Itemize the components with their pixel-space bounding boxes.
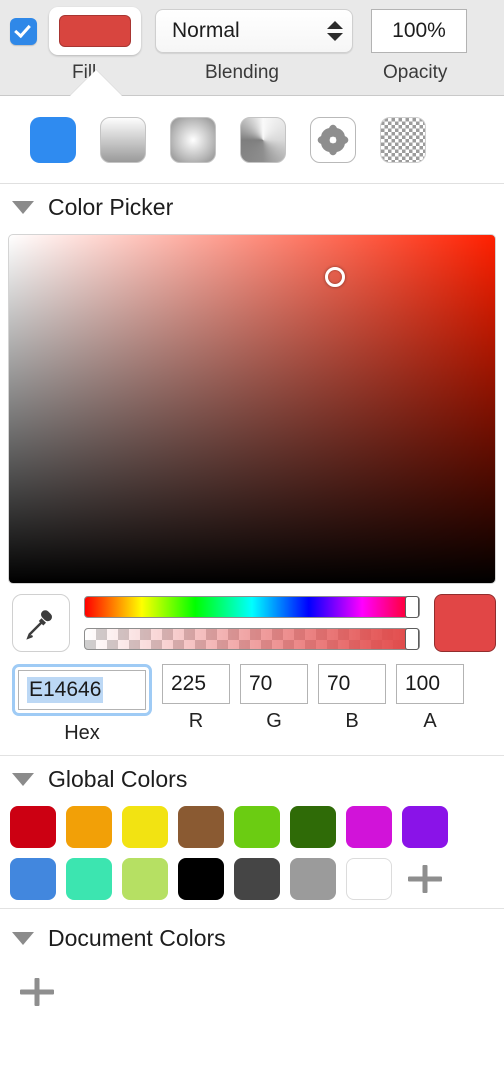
swatch-turquoise[interactable] xyxy=(66,858,112,900)
blending-label: Blending xyxy=(205,62,279,83)
color-picker-body xyxy=(0,230,504,584)
fill-color-swatch xyxy=(59,15,131,47)
triangle-down-icon[interactable] xyxy=(12,931,34,945)
g-field-group: 70 G xyxy=(240,664,308,733)
sliders-stack xyxy=(84,596,420,650)
document-colors-section-header[interactable]: Document Colors xyxy=(0,915,504,961)
checkmark-icon xyxy=(14,20,31,38)
saturation-brightness-area[interactable] xyxy=(8,234,496,584)
color-preview-swatch[interactable] xyxy=(434,594,496,652)
alpha-slider[interactable] xyxy=(84,628,420,650)
eyedropper-button[interactable] xyxy=(12,594,70,652)
swatch-dark-gray[interactable] xyxy=(234,858,280,900)
a-field-group: 100 A xyxy=(396,664,464,733)
hex-input-value: E14646 xyxy=(27,677,104,703)
r-field-group: 225 R xyxy=(162,664,230,733)
add-document-color-button[interactable] xyxy=(14,971,60,1013)
b-input[interactable]: 70 xyxy=(318,664,386,704)
global-colors-title: Global Colors xyxy=(48,765,188,792)
global-colors-grid xyxy=(0,802,504,908)
color-picker-section-header[interactable]: Color Picker xyxy=(0,184,504,230)
angular-gradient-fill-button[interactable] xyxy=(240,116,286,163)
hue-slider-handle[interactable] xyxy=(405,596,420,618)
swatch-crimson[interactable] xyxy=(10,806,56,848)
opacity-label: Opacity xyxy=(383,62,448,83)
hex-focus-ring: E14646 xyxy=(12,664,152,716)
swatch-dark-green[interactable] xyxy=(290,806,336,848)
radial-gradient-fill-button[interactable] xyxy=(170,116,216,163)
triangle-down-icon[interactable] xyxy=(12,772,34,786)
document-colors-title: Document Colors xyxy=(48,924,226,951)
flower-pattern-icon xyxy=(317,124,349,155)
hex-label: Hex xyxy=(64,722,100,744)
add-global-color-button[interactable] xyxy=(402,858,448,900)
a-input[interactable]: 100 xyxy=(396,664,464,704)
b-field-group: 70 B xyxy=(318,664,386,733)
b-label: B xyxy=(345,710,359,732)
global-colors-section-header[interactable]: Global Colors xyxy=(0,756,504,802)
hex-field-group: E14646 Hex xyxy=(12,664,152,745)
swatch-violet[interactable] xyxy=(402,806,448,848)
swatch-green[interactable] xyxy=(234,806,280,848)
fill-enabled-checkbox[interactable] xyxy=(10,17,37,45)
solid-fill-button[interactable] xyxy=(30,116,76,163)
linear-gradient-fill-button[interactable] xyxy=(100,116,146,163)
g-label: G xyxy=(266,710,282,732)
blending-mode-select[interactable]: Normal xyxy=(155,9,353,53)
color-picker-title: Color Picker xyxy=(48,193,174,220)
fill-color-button[interactable] xyxy=(49,7,141,55)
swatch-brown[interactable] xyxy=(178,806,224,848)
swatch-yellow[interactable] xyxy=(122,806,168,848)
pattern-fill-button[interactable] xyxy=(310,116,356,163)
color-value-fields: E14646 Hex 225 R 70 G 70 B 100 A xyxy=(0,658,504,745)
swatch-light-green[interactable] xyxy=(122,858,168,900)
swatch-blue[interactable] xyxy=(10,858,56,900)
swatch-white[interactable] xyxy=(346,858,392,900)
fill-inspector-popover: Normal 100% Fill Blending Opacity Color … xyxy=(0,0,504,1072)
picker-cursor[interactable] xyxy=(324,266,345,287)
divider xyxy=(0,908,504,909)
stepper-chevrons-icon[interactable] xyxy=(324,14,346,48)
popover-arrow xyxy=(70,70,122,96)
alpha-slider-handle[interactable] xyxy=(405,628,420,650)
r-input[interactable]: 225 xyxy=(162,664,230,704)
hex-input[interactable]: E14646 xyxy=(18,670,146,710)
a-label: A xyxy=(423,710,437,732)
swatch-gray[interactable] xyxy=(290,858,336,900)
blending-mode-value: Normal xyxy=(172,19,240,42)
color-sliders-row xyxy=(0,584,504,658)
chevron-down-icon xyxy=(327,33,343,41)
hue-slider[interactable] xyxy=(84,596,420,618)
inspector-toolbar: Normal 100% Fill Blending Opacity xyxy=(0,0,504,96)
eyedropper-icon xyxy=(26,610,52,640)
swatch-orange[interactable] xyxy=(66,806,112,848)
r-label: R xyxy=(188,710,204,732)
noise-fill-button[interactable] xyxy=(380,116,426,163)
chevron-up-icon xyxy=(327,21,343,29)
swatch-magenta[interactable] xyxy=(346,806,392,848)
fill-type-selector xyxy=(0,96,504,184)
swatch-black[interactable] xyxy=(178,858,224,900)
triangle-down-icon[interactable] xyxy=(12,200,34,214)
opacity-input[interactable]: 100% xyxy=(371,9,467,53)
g-input[interactable]: 70 xyxy=(240,664,308,704)
